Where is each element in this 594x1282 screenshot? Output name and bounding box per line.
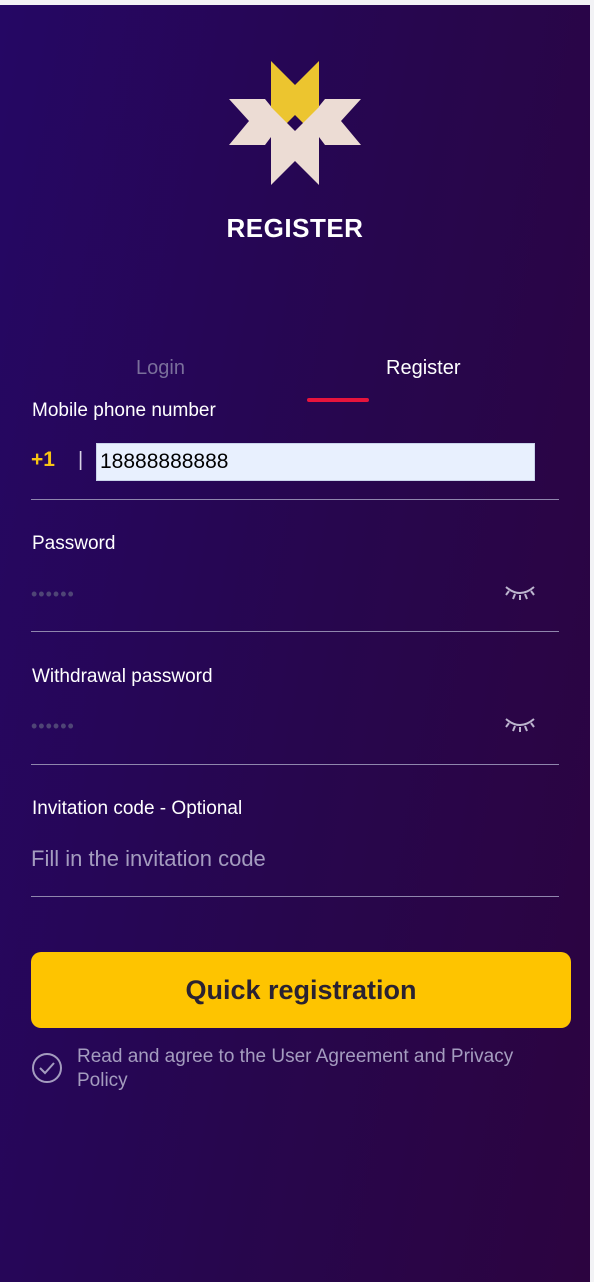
auth-tabs: Login Register (32, 345, 558, 405)
page-title: REGISTER (226, 213, 364, 243)
withdrawal-password-divider (31, 764, 559, 765)
tab-register[interactable]: Register (386, 357, 460, 380)
register-screen: REGISTER Login Register Mobile phone num… (0, 5, 590, 1282)
invitation-code-label: Invitation code - Optional (32, 798, 243, 819)
invitation-code-input[interactable] (31, 841, 551, 877)
phone-input[interactable] (96, 443, 535, 481)
eye-closed-icon[interactable] (503, 715, 537, 735)
quick-registration-button[interactable]: Quick registration (31, 952, 571, 1028)
password-input[interactable] (31, 576, 481, 612)
country-code-separator: | (78, 449, 84, 471)
password-label: Password (32, 533, 116, 554)
country-code[interactable]: +1 (31, 448, 55, 472)
active-tab-indicator (307, 398, 369, 402)
withdrawal-password-input[interactable] (31, 708, 481, 744)
agreement-text[interactable]: Read and agree to the User Agreement and… (77, 1045, 557, 1093)
invitation-divider (31, 896, 559, 897)
password-divider (31, 631, 559, 632)
phone-divider (31, 499, 559, 500)
eye-closed-icon[interactable] (503, 583, 537, 603)
phone-label: Mobile phone number (32, 400, 216, 421)
withdrawal-password-label: Withdrawal password (32, 666, 213, 687)
brand-logo-icon (229, 61, 361, 185)
check-circle-icon[interactable] (31, 1052, 63, 1084)
tab-login[interactable]: Login (136, 357, 185, 380)
